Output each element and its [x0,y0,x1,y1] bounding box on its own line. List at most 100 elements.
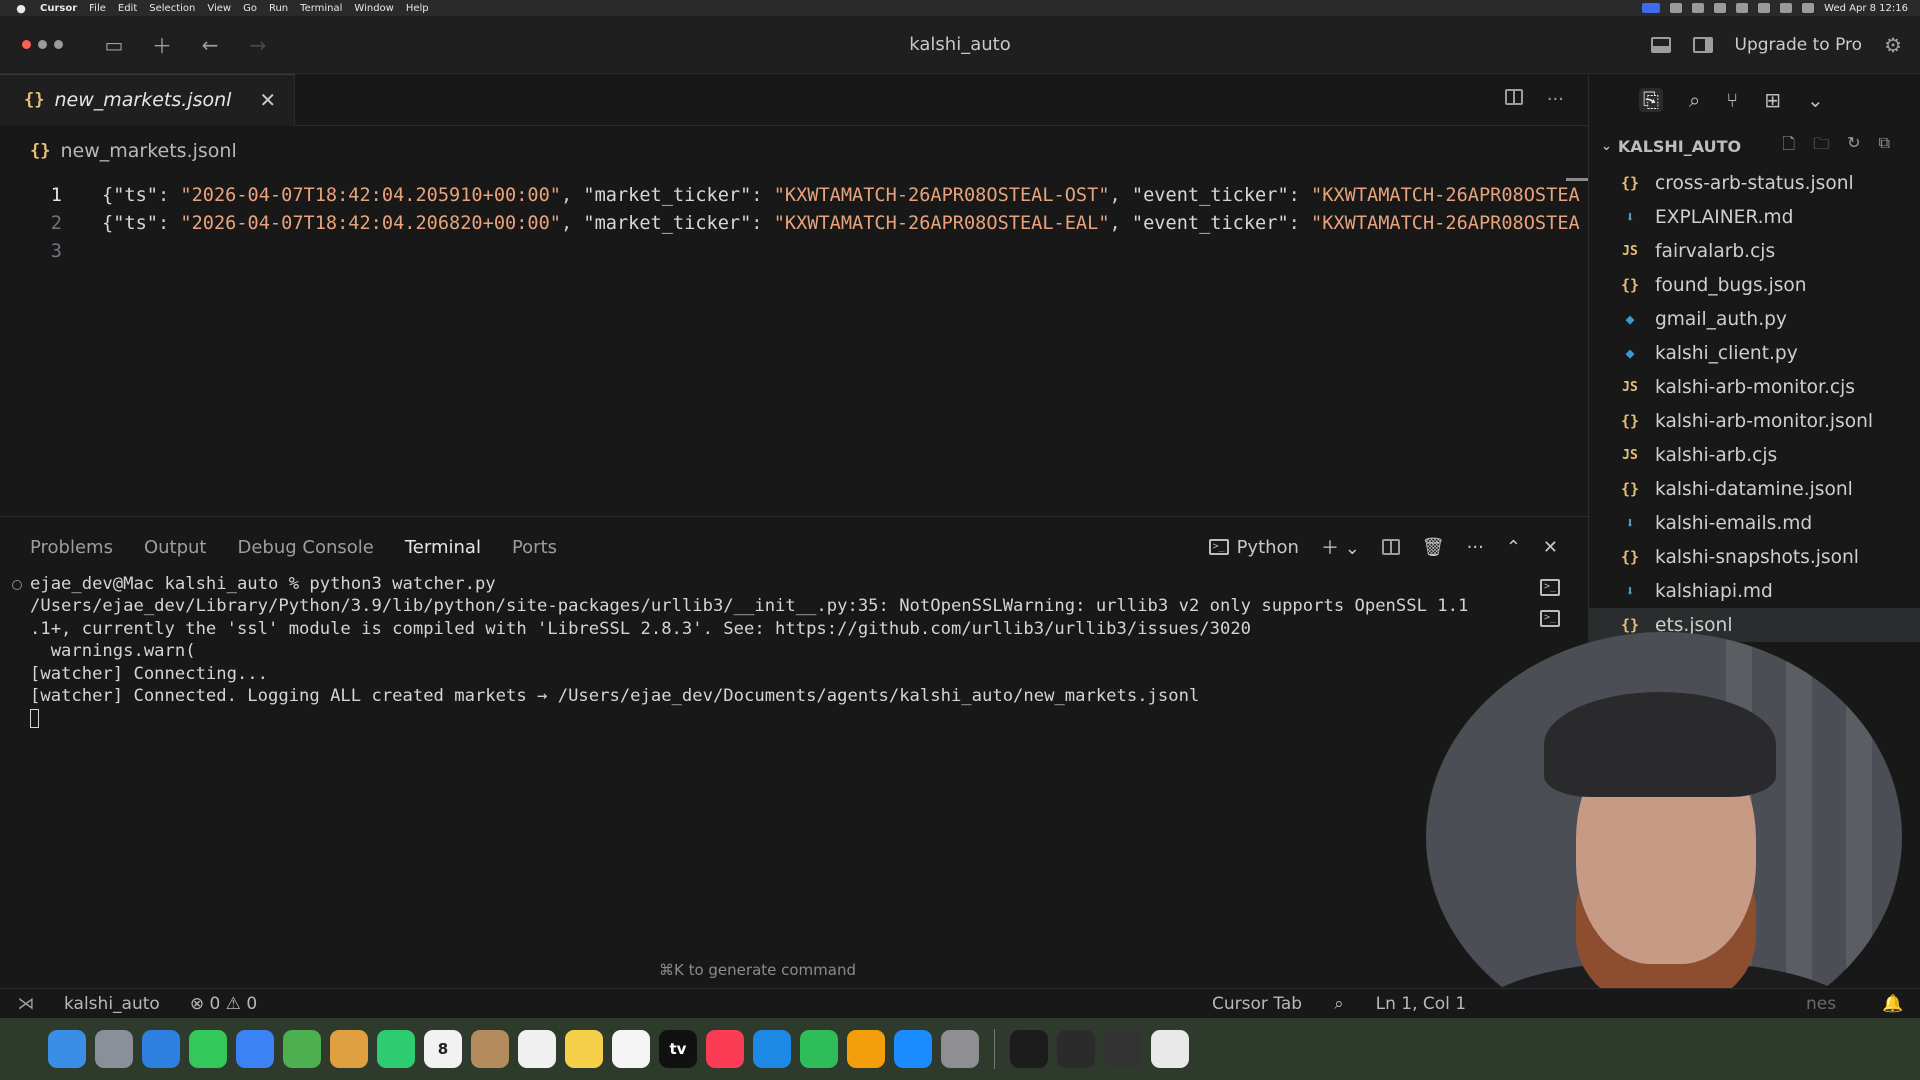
file-item[interactable]: JS kalshi-arb.cjs [1589,438,1920,472]
screen-record-icon[interactable] [1642,3,1661,13]
toggle-panel-icon[interactable] [1650,36,1671,53]
refresh-icon[interactable]: ↻ [1847,133,1860,160]
tab-problems[interactable]: Problems [30,537,113,558]
file-item[interactable]: {} kalshi-arb-monitor.jsonl [1589,404,1920,438]
dock-notes-icon[interactable] [565,1030,603,1068]
dock-music-icon[interactable] [706,1030,744,1068]
dock-activity-monitor-icon[interactable] [1104,1030,1142,1068]
dock-terminal-icon[interactable] [1010,1030,1048,1068]
more-actions-icon[interactable]: ··· [1467,537,1484,558]
wifi-icon[interactable] [1758,3,1771,13]
status-cursor-tab[interactable]: Cursor Tab [1212,994,1302,1014]
new-tab-icon[interactable]: ＋ [151,30,173,59]
chevron-down-icon[interactable]: ⌄ [1807,88,1824,112]
explorer-root-header[interactable]: ⌄ KALSHI_AUTO 🗋 🗀 ↻ ⧉ [1589,126,1920,166]
editor-tab-new-markets[interactable]: {} new_markets.jsonl ✕ [0,73,296,126]
breadcrumb-file[interactable]: new_markets.jsonl [60,140,236,162]
dock-maps-icon[interactable] [283,1030,321,1068]
file-item[interactable]: JS kalshi-arb-monitor.cjs [1589,370,1920,404]
notifications-bell-icon[interactable]: 🔔 [1882,994,1903,1014]
menu-help[interactable]: Help [406,3,429,14]
dock-launchpad-icon[interactable] [95,1030,133,1068]
file-item[interactable]: ⬇ kalshiapi.md [1589,574,1920,608]
zoom-icon[interactable]: ⌕ [1334,994,1344,1014]
toggle-secondary-sidebar-icon[interactable] [1692,36,1713,53]
dock-tv-icon[interactable]: tv [659,1030,697,1068]
extensions-icon[interactable]: ⊞ [1764,88,1781,112]
dock-finder-icon[interactable] [48,1030,86,1068]
dock-photos-icon[interactable] [330,1030,368,1068]
code-editor[interactable]: 1 {"ts": "2026-04-07T18:42:04.205910+00:… [0,176,1588,516]
file-item[interactable]: ⬇ EXPLAINER.md [1589,200,1920,234]
dock-mail-icon[interactable] [236,1030,274,1068]
menu-run[interactable]: Run [269,3,288,14]
menu-bar-clock[interactable]: Wed Apr 8 12:16 [1824,3,1908,14]
editor-scrollbar-marker[interactable] [1566,178,1588,181]
status-problems[interactable]: ⊗ 0 ⚠ 0 [190,994,257,1014]
control-center-icon[interactable] [1802,3,1815,13]
tab-terminal[interactable]: Terminal [405,537,481,558]
trash-icon[interactable]: 🗑 [1422,537,1445,558]
new-file-icon[interactable]: 🗋 [1782,133,1795,160]
dock-freeform-icon[interactable] [612,1030,650,1068]
file-item[interactable]: {} cross-arb-status.jsonl [1589,166,1920,200]
maximize-panel-icon[interactable]: ⌃ [1506,537,1521,558]
menu-app-name[interactable]: Cursor [40,3,77,14]
tab-debug-console[interactable]: Debug Console [238,537,374,558]
terminal-shell-selector[interactable]: >_ Python [1208,537,1299,558]
menu-edit[interactable]: Edit [118,3,137,14]
new-folder-icon[interactable]: 🗀 [1813,133,1829,160]
gear-icon[interactable]: ⚙ [1884,33,1902,57]
file-item[interactable]: JS fairvalarb.cjs [1589,234,1920,268]
dock-reminders-icon[interactable] [518,1030,556,1068]
apple-menu-icon[interactable]: ● [14,2,28,15]
close-window-button[interactable] [22,40,31,49]
file-item[interactable]: {} found_bugs.json [1589,268,1920,302]
more-actions-icon[interactable]: ··· [1547,89,1564,110]
dock-contacts-icon[interactable] [471,1030,509,1068]
menu-view[interactable]: View [207,3,231,14]
file-item[interactable]: ⬇ kalshi-emails.md [1589,506,1920,540]
toggle-sidebar-icon[interactable]: ▭ [103,33,125,57]
menu-terminal[interactable]: Terminal [300,3,342,14]
file-item[interactable]: {} kalshi-datamine.jsonl [1589,472,1920,506]
menu-selection[interactable]: Selection [149,3,195,14]
tab-output[interactable]: Output [144,537,207,558]
terminal-instance-icon[interactable]: >_ [1540,579,1560,596]
source-control-icon[interactable]: ⑂ [1726,88,1738,112]
dock-app-store-icon[interactable] [894,1030,932,1068]
explorer-files-icon[interactable]: ⎘ [1639,88,1663,112]
split-terminal-icon[interactable] [1381,539,1400,555]
split-editor-icon[interactable] [1504,89,1523,105]
dock-messages-icon[interactable] [189,1030,227,1068]
dock-cursor-icon[interactable] [1057,1030,1095,1068]
forward-arrow-icon[interactable]: → [247,33,269,57]
spotlight-icon[interactable] [1780,3,1793,13]
dock-keynote-icon[interactable] [753,1030,791,1068]
tray-app-icon[interactable] [1736,3,1749,13]
menu-file[interactable]: File [89,3,106,14]
dock-numbers-icon[interactable] [800,1030,838,1068]
terminal-instance-icon[interactable]: >_ [1540,610,1560,627]
dock-safari-icon[interactable] [142,1030,180,1068]
status-cursor-position[interactable]: Ln 1, Col 1 [1376,994,1467,1014]
upgrade-to-pro-button[interactable]: Upgrade to Pro [1735,35,1863,55]
new-terminal-icon[interactable]: ＋ ⌄ [1321,534,1360,560]
status-folder[interactable]: kalshi_auto [64,994,160,1014]
search-icon[interactable]: ⌕ [1689,88,1700,112]
dock-facetime-icon[interactable] [377,1030,415,1068]
minimize-window-button[interactable] [38,40,47,49]
dock-chrome-icon[interactable] [1151,1030,1189,1068]
back-arrow-icon[interactable]: ← [199,33,221,57]
tray-app-icon[interactable] [1714,3,1727,13]
tab-ports[interactable]: Ports [512,537,557,558]
close-panel-icon[interactable]: ✕ [1543,537,1558,558]
dock-pages-icon[interactable] [847,1030,885,1068]
terminal-output[interactable]: ejae_dev@Mac kalshi_auto % python3 watch… [12,573,1500,730]
file-item[interactable]: ◆ kalshi_client.py [1589,336,1920,370]
tray-app-icon[interactable] [1692,3,1705,13]
menu-go[interactable]: Go [243,3,257,14]
remote-indicator-icon[interactable]: ⋊ [0,994,52,1014]
tray-app-icon[interactable] [1670,3,1683,13]
dock-system-settings-icon[interactable] [941,1030,979,1068]
